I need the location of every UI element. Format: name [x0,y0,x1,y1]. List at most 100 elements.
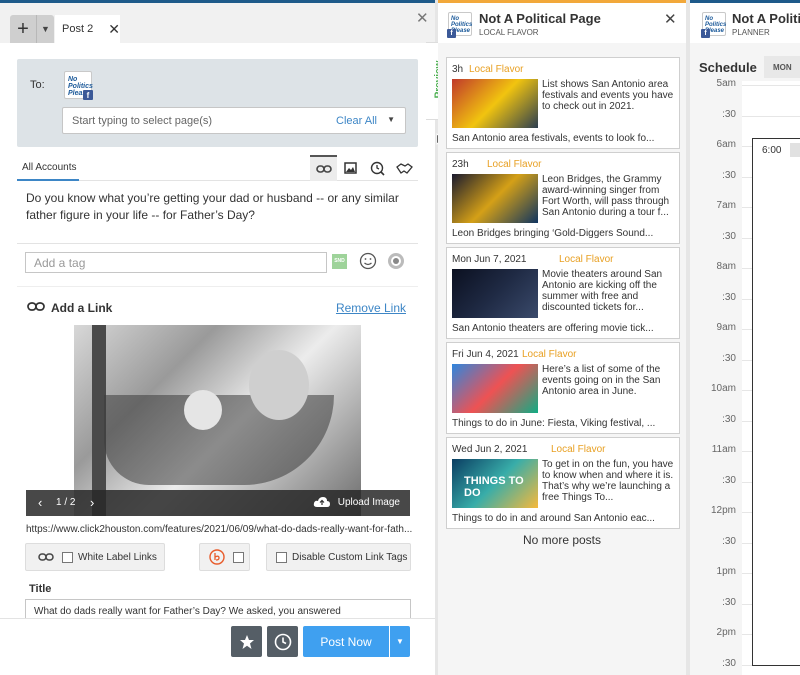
page-select-input[interactable]: Start typing to select page(s) Clear All… [62,107,406,134]
composer-tool-icons [310,155,418,181]
time-label: :30 [722,596,736,608]
no-more-posts: No more posts [522,533,602,547]
time-label: :30 [722,352,736,364]
to-label: To: [30,79,45,91]
link-url: https://www.click2houston.com/features/2… [26,524,412,535]
time-label: :30 [722,657,736,669]
facebook-icon: f [701,29,710,38]
card-date: Wed Jun 2, 2021 [452,444,528,455]
cloud-upload-icon [313,497,330,507]
emoji-icon[interactable] [359,252,377,273]
link-icon[interactable] [310,155,337,181]
post-options-dropdown[interactable]: ▼ [390,626,410,657]
card-title: Things to do in and around San Antonio e… [452,513,655,524]
chevron-left-icon[interactable]: ‹ [38,495,42,510]
upload-image-button[interactable]: Upload Image [313,496,400,508]
time-label: 2pm [716,627,736,638]
feed-header: No Politics Please f Not A Political Pag… [438,3,686,43]
page-avatar: No Politics Please f [447,12,472,38]
card-title: San Antonio area festivals, events to lo… [452,133,655,144]
clear-all-link[interactable]: Clear All [336,115,377,127]
post-now-button[interactable]: Post Now [303,626,389,657]
image-icon[interactable] [337,155,364,181]
feed-card[interactable]: 23h Local Flavor Leon Bridges, the Grammy … [446,152,680,244]
active-tab-indicator [17,179,79,181]
card-title: Leon Bridges bringing ‘Gold-Diggers Soun… [452,228,654,239]
link-heading: Add a Link [51,301,113,315]
clock-icon [274,633,291,650]
white-label-links-option[interactable]: White Label Links [25,543,165,571]
tab-post-2[interactable]: Post 2 ✕ [55,15,120,43]
search-clock-icon[interactable] [364,155,391,181]
link-options: White Label Links Disable Custom Link Ta… [25,543,411,571]
plus-icon[interactable]: + [10,15,36,43]
feed-card[interactable]: Mon Jun 7, 2021 Local Flavor Movie theater… [446,247,680,339]
tab-label: Post 2 [62,23,94,35]
card-category: Local Flavor [469,64,524,75]
bitly-icon [209,549,225,565]
new-post-button[interactable]: + ▼ [10,15,54,43]
facebook-icon: f [447,29,456,38]
grid-line [742,85,800,86]
planner-column: No Politics Please f Not A Politi PLANNE… [690,0,800,675]
tab-all-accounts[interactable]: All Accounts [22,162,76,173]
disable-tags-checkbox[interactable] [276,551,287,563]
card-thumbnail [452,269,538,318]
card-category: Local Flavor [487,159,542,170]
chevron-down-icon[interactable]: ▼ [36,15,54,43]
title-label: Title [29,583,52,595]
bitly-checkbox[interactable] [233,551,244,563]
snd-badge[interactable]: SND [332,254,347,269]
record-icon[interactable] [387,252,405,273]
post-message-textarea[interactable]: Do you know what you’re getting your dad… [26,190,411,224]
chevron-down-icon[interactable]: ▼ [387,115,395,124]
white-label-checkbox[interactable] [62,551,73,563]
feed-card[interactable]: 3h Local Flavor List shows San Antonio are… [446,57,680,149]
bitly-option[interactable] [199,543,250,571]
slot-indicator [790,143,800,157]
close-icon[interactable]: ✕ [416,9,429,27]
feed-card[interactable]: Wed Jun 2, 2021 Local Flavor THINGS TO DO T… [446,437,680,529]
card-title: San Antonio theaters are offering movie … [452,323,654,334]
page-feed-column: No Politics Please f Not A Political Pag… [438,0,686,675]
post-composer: + ▼ Post 2 ✕ ✕ To: No Politics Please f … [0,0,435,675]
handshake-icon[interactable] [391,155,418,181]
tag-input[interactable]: Add a tag [25,252,327,273]
schedule-heading: Schedule [699,60,757,75]
time-label: :30 [722,108,736,120]
chevron-right-icon[interactable]: › [90,495,94,510]
remove-link-button[interactable]: Remove Link [336,301,406,315]
disable-custom-link-tags-option[interactable]: Disable Custom Link Tags [266,543,411,571]
tab-monday[interactable]: MON [764,56,800,78]
favorite-button[interactable] [231,626,262,657]
photo-child [184,390,222,430]
card-category: Local Flavor [522,349,577,360]
link-header: Add a Link [27,301,112,315]
close-tab-icon[interactable]: ✕ [108,21,120,38]
time-label: 1pm [716,566,736,577]
facebook-icon: f [83,90,93,100]
time-label: 12pm [710,505,736,516]
close-icon[interactable]: ✕ [664,10,677,28]
card-thumbnail [452,174,538,223]
time-label: 7am [716,200,736,211]
card-category: Local Flavor [551,444,606,455]
feed-card[interactable]: Fri Jun 4, 2021 Local Flavor Here’s a list… [446,342,680,434]
card-category: Local Flavor [559,254,614,265]
page-avatar: No Politics Please f [701,12,726,38]
time-label: :30 [722,291,736,303]
feed-title: Not A Political Page [479,11,601,26]
card-description: List shows San Antonio area festivals an… [542,79,674,112]
planner-title: Not A Politi [732,11,800,26]
scheduled-slot[interactable]: 6:00 [752,138,800,666]
link-attachment-panel: Add a Link Remove Link ‹ 1 / 2 › Upload … [17,286,418,623]
card-description: Here’s a list of some of the events goin… [542,364,661,397]
card-date: Fri Jun 4, 2021 [452,349,519,360]
page-avatar[interactable]: No Politics Please f [64,71,93,100]
account-tabs: All Accounts [17,155,418,181]
composer-tabbar: + ▼ Post 2 ✕ ✕ [0,3,435,43]
schedule-button[interactable] [267,626,298,657]
recipient-section: To: No Politics Please f Start typing to… [17,59,418,147]
planner-subtitle: PLANNER [732,28,770,37]
time-label: 11am [711,444,736,455]
